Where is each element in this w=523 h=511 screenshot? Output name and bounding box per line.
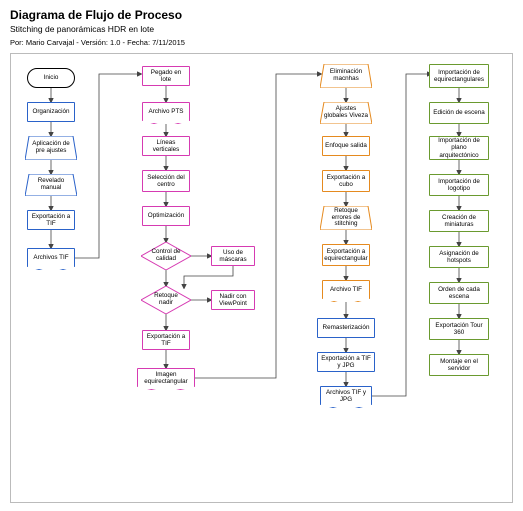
flowchart-canvas: Inicio Organización Aplicación de pre aj… (10, 53, 513, 503)
node-export-tif-jpg: Exportación a TIF y JPG (317, 352, 375, 372)
page-meta: Por: Mario Carvajal - Versión: 1.0 - Fec… (10, 38, 513, 47)
doc-archivo-pts: Archivo PTS (142, 102, 190, 124)
node-export-tif-1: Exportación a TIF (27, 210, 75, 230)
node-start: Inicio (27, 68, 75, 88)
node-orden-escena: Orden de cada escena (429, 282, 489, 304)
node-revelado: Revelado manual (25, 174, 77, 196)
decision-retoque-nadir: Retoque nadir (141, 286, 191, 314)
node-ajustes-viveza: Ajustes globales Viveza (320, 102, 372, 124)
node-nadir-viewpoint: Nadir con ViewPoint (211, 290, 255, 310)
page-title: Diagrama de Flujo de Proceso (10, 8, 513, 22)
node-export-cubo: Exportación a cubo (322, 170, 370, 192)
node-uso-mascaras: Uso de máscaras (211, 246, 255, 266)
decision-control-calidad: Control de calidad (141, 242, 191, 270)
node-miniaturas: Creación de miniaturas (429, 210, 489, 232)
node-import-equirect: Importación de equirectangulares (429, 64, 489, 88)
node-remaster: Remasterización (317, 318, 375, 338)
node-organizacion: Organización (27, 102, 75, 122)
node-hotspots: Asignación de hotspots (429, 246, 489, 268)
page-subtitle: Stitching de panorámicas HDR en lote (10, 24, 513, 34)
node-seleccion-centro: Selección del centro (142, 170, 190, 192)
node-enfoque-salida: Enfoque salida (322, 136, 370, 156)
node-montaje-servidor: Montaje en el servidor (429, 354, 489, 376)
node-edicion-escena: Edición de escena (429, 102, 489, 124)
node-export-equirect: Exportación a equirectangular (322, 244, 370, 266)
node-pegado-lote: Pegado en lote (142, 66, 190, 86)
node-export-tour: Exportación Tour 360 (429, 318, 489, 340)
node-lineas-vert: Líneas verticales (142, 136, 190, 156)
node-elim-manchas: Eliminación macnhas (320, 64, 372, 88)
node-import-logo: Importación de logotipo (429, 174, 489, 196)
node-optimizacion: Optimización (142, 206, 190, 226)
node-retoque-stitch: Retoque errores de stitching (320, 206, 372, 230)
node-pre-ajustes: Aplicación de pre ajustes (25, 136, 77, 160)
node-import-plano: Importación de plano arquitectónico (429, 136, 489, 160)
node-export-tif-2: Exportación a TIF (142, 330, 190, 350)
